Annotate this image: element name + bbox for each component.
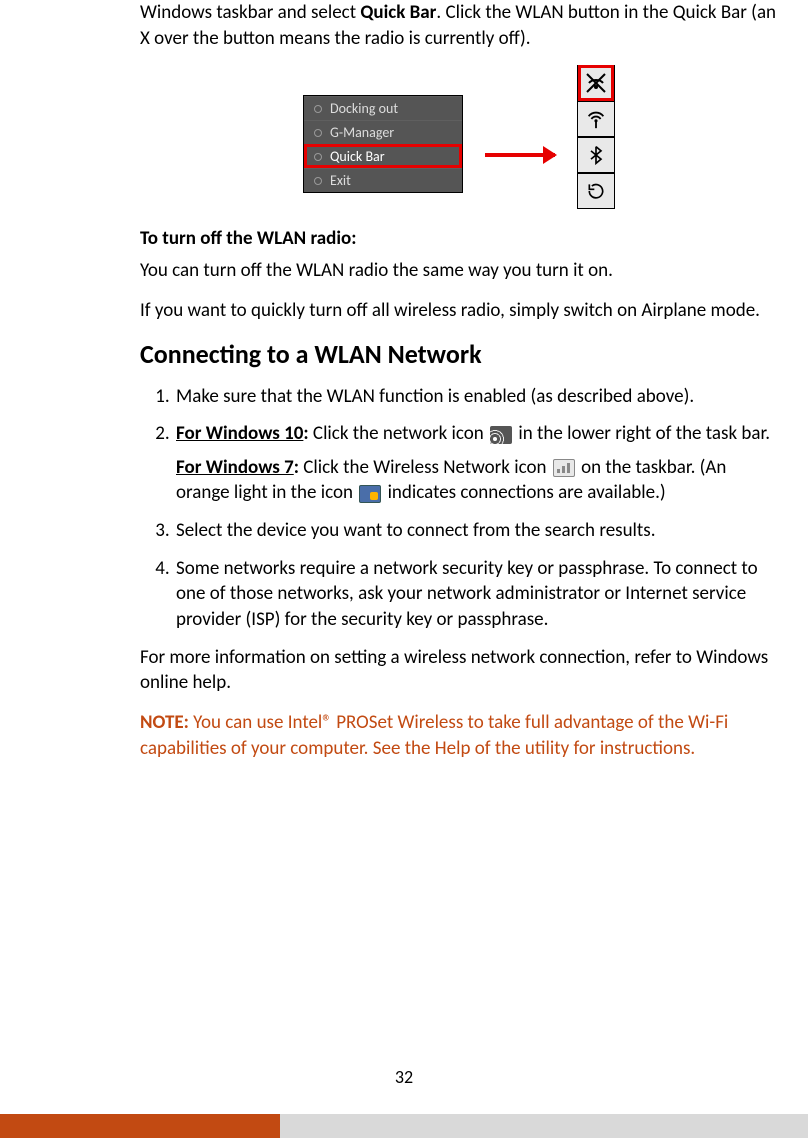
note-text: You can use Intel® PROSet Wireless to ta… <box>140 711 728 760</box>
arrow-icon <box>485 153 555 157</box>
wlan-x-icon <box>584 71 608 95</box>
rotate-button[interactable] <box>578 173 614 209</box>
step-4: Some networks require a network security… <box>174 556 778 633</box>
intro-bold-quickbar: Quick Bar <box>360 1 436 24</box>
wireless-available-icon <box>359 485 381 503</box>
radio-icon <box>314 153 322 161</box>
footer-stripe-accent <box>0 1114 280 1138</box>
antenna-icon <box>585 108 607 130</box>
step-4-text: Some networks require a network security… <box>176 557 758 631</box>
menu-item-label: Quick Bar <box>330 148 385 165</box>
note-label: NOTE: <box>140 711 189 734</box>
menu-item-label: G-Manager <box>330 124 394 141</box>
turn-off-heading: To turn off the WLAN radio: <box>140 227 778 250</box>
step-1-text: Make sure that the WLAN function is enab… <box>176 385 694 408</box>
step-2-w7-label: For Windows 7 <box>176 456 294 479</box>
figure: Docking out G-Manager Quick Bar Exit <box>140 65 778 209</box>
step-3-text: Select the device you want to connect fr… <box>176 519 656 542</box>
radio-icon <box>314 105 322 113</box>
step-1: Make sure that the WLAN function is enab… <box>174 384 778 410</box>
turn-off-p1: You can turn off the WLAN radio the same… <box>140 258 778 284</box>
note: NOTE: You can use Intel® PROSet Wireless… <box>140 710 778 761</box>
context-menu: Docking out G-Manager Quick Bar Exit <box>303 95 463 193</box>
network-icon <box>490 426 512 444</box>
footer-stripe-grey <box>280 1114 808 1138</box>
rotate-icon <box>586 181 606 201</box>
page-number: 32 <box>0 1066 808 1088</box>
step-2-w10-label: For Windows 10 <box>176 422 303 445</box>
step-2-w7-pre: Click the Wireless Network icon <box>299 456 551 479</box>
menu-item-exit[interactable]: Exit <box>304 168 462 192</box>
bluetooth-button[interactable] <box>578 137 614 173</box>
menu-item-g-manager[interactable]: G-Manager <box>304 120 462 144</box>
radio-icon <box>314 129 322 137</box>
menu-item-docking-out[interactable]: Docking out <box>304 96 462 120</box>
arrow-indicator <box>485 65 555 205</box>
menu-item-label: Docking out <box>330 100 398 117</box>
turn-off-p2: If you want to quickly turn off all wire… <box>140 298 778 324</box>
intro-pre: Windows taskbar and select <box>140 1 360 24</box>
bluetooth-icon <box>586 144 606 166</box>
closing-paragraph: For more information on setting a wirele… <box>140 645 778 696</box>
step-3: Select the device you want to connect fr… <box>174 518 778 544</box>
step-2-w7-block: For Windows 7: Click the Wireless Networ… <box>176 455 778 506</box>
quick-bar-toolbar <box>577 65 615 209</box>
step-2: For Windows 10: Click the network icon i… <box>174 421 778 506</box>
wlan-button[interactable] <box>578 65 614 101</box>
menu-item-quick-bar[interactable]: Quick Bar <box>304 144 462 168</box>
radio-icon <box>314 177 322 185</box>
menu-item-label: Exit <box>330 172 351 189</box>
step-2-w7-post: indicates connections are available.) <box>383 481 665 504</box>
step-2-w10-pre: Click the network icon <box>309 422 488 445</box>
steps-list: Make sure that the WLAN function is enab… <box>140 384 778 633</box>
wireless-network-icon <box>553 459 575 477</box>
step-2-w10-post: in the lower right of the task bar. <box>514 422 770 445</box>
connecting-heading: Connecting to a WLAN Network <box>140 338 778 370</box>
antenna-button[interactable] <box>578 101 614 137</box>
footer-stripe <box>0 1114 808 1138</box>
intro-paragraph: Windows taskbar and select Quick Bar. Cl… <box>140 0 778 51</box>
